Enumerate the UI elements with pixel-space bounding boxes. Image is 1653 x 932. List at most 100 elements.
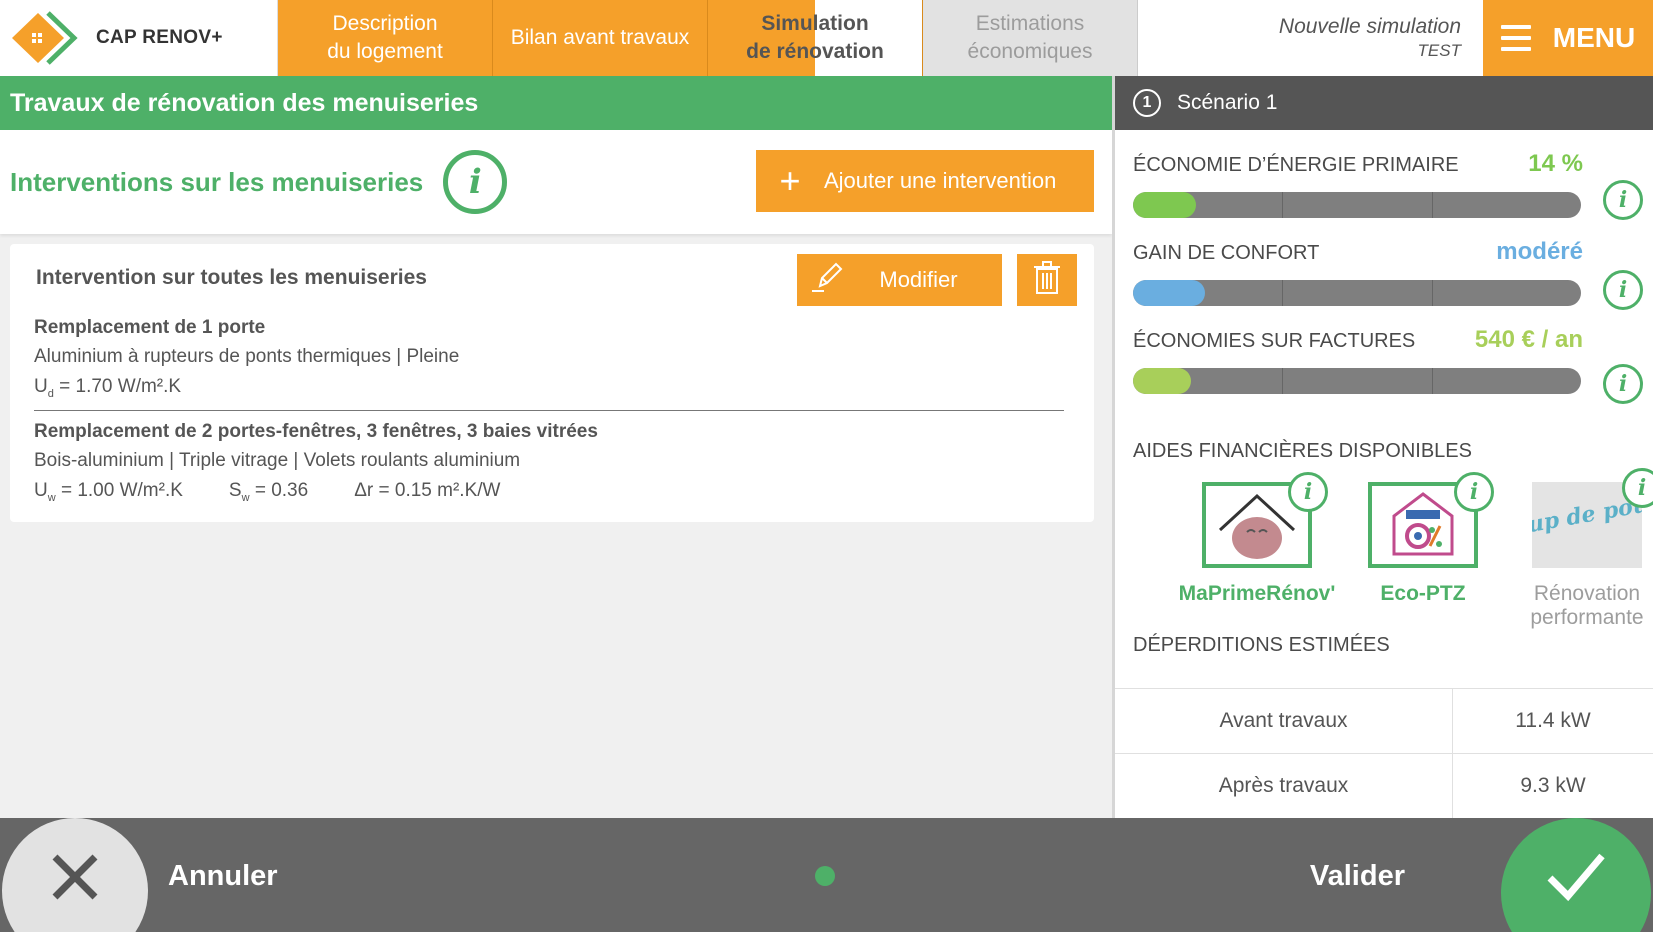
checkmark-icon (1547, 853, 1605, 902)
s-value: = 0.36 (249, 480, 309, 501)
tab-label-line1: Simulation (761, 12, 869, 35)
progress-fill (1133, 280, 1205, 306)
list-item: Remplacement de 2 portes-fenêtres, 3 fen… (34, 418, 1064, 513)
status-dot (815, 866, 835, 886)
add-intervention-label: Ajouter une intervention (824, 168, 1057, 193)
plus-icon: + (779, 160, 801, 201)
modify-label: Modifier (879, 267, 958, 292)
interventions-header: Interventions sur les menuiseries i + Aj… (0, 130, 1112, 234)
tab-label-line1: Estimations (975, 12, 1085, 35)
progress-bar (1133, 192, 1581, 218)
metric-label: ÉCONOMIES SUR FACTURES (1133, 330, 1416, 352)
delete-button[interactable] (1017, 254, 1077, 306)
cancel-button[interactable] (2, 818, 148, 932)
bar-segment-tick (1431, 280, 1433, 306)
bar-segment-tick (1282, 192, 1284, 218)
item-description: Aluminium à rupteurs de ponts thermiques… (34, 346, 460, 367)
tab-simulation-renovation[interactable]: Simulation de rénovation (708, 0, 923, 76)
results-panel: 1 Scénario 1 ÉCONOMIE D’ÉNERGIE PRIMAIRE… (1115, 76, 1653, 819)
u-symbol: U (34, 480, 48, 501)
progress-bar (1133, 368, 1581, 394)
hamburger-icon (1500, 25, 1531, 51)
metric-value: 14 % (1528, 150, 1583, 177)
interventions-title: Interventions sur les menuiseries (10, 166, 424, 197)
pencil-icon (797, 260, 857, 300)
aide-eco-ptz[interactable]: i Eco-PTZ (1343, 472, 1503, 606)
menu-button[interactable]: MENU (1483, 0, 1653, 76)
deperditions-title: DÉPERDITIONS ESTIMÉES (1133, 634, 1390, 656)
info-icon[interactable]: i (1603, 180, 1643, 220)
s-symbol: S (228, 480, 242, 501)
works-panel: Travaux de rénovation des menuiseries In… (0, 76, 1112, 818)
aide-name: Rénovation performante (1530, 582, 1644, 629)
cancel-label[interactable]: Annuler (168, 860, 278, 893)
trash-icon (1033, 260, 1061, 300)
bar-segment-tick (1431, 368, 1433, 394)
modify-button[interactable]: Modifier (797, 254, 1002, 306)
tab-label-line1: Description (332, 12, 438, 35)
progress-fill (1133, 368, 1192, 394)
menu-label: MENU (1552, 22, 1636, 53)
aides-title: AIDES FINANCIÈRES DISPONIBLES (1133, 440, 1472, 462)
info-icon[interactable]: i (1288, 472, 1328, 512)
info-icon[interactable]: i (1603, 270, 1643, 310)
row-label: Avant travaux (1115, 689, 1453, 753)
item-values: Ud = 1.70 W/m².K (34, 372, 1064, 409)
aide-renovation-performante[interactable]: Coup de pouce i Rénovation performante (1494, 468, 1653, 630)
intervention-card: Intervention sur toutes les menuiseries … (10, 244, 1094, 522)
item-description: Bois-aluminium | Triple vitrage | Volets… (34, 450, 521, 471)
tab-label-line2: du logement (327, 40, 443, 63)
u-value: = 1.00 W/m².K (55, 480, 183, 501)
table-row: Avant travaux 11.4 kW (1115, 689, 1653, 754)
tab-label-line2: de rénovation (746, 40, 884, 63)
aide-name: Eco-PTZ (1380, 582, 1466, 605)
metric-value: modéré (1496, 238, 1583, 265)
scenario-number: 1 (1133, 89, 1161, 117)
coup-de-pouce-logo-icon: Coup de pouce i (1494, 468, 1653, 568)
house-logo-icon (8, 9, 78, 67)
validate-label[interactable]: Valider (1310, 860, 1405, 893)
add-intervention-button[interactable]: + Ajouter une intervention (756, 150, 1094, 212)
scenario-bar: 1 Scénario 1 (1115, 76, 1653, 130)
r-value: Δr = 0.15 m².K/W (354, 480, 501, 501)
simulation-subtitle: TEST (1417, 41, 1461, 60)
row-value: 11.4 kW (1515, 709, 1591, 732)
u-subscript: w (47, 491, 56, 504)
maprimerenov-logo-icon: i (1202, 472, 1328, 568)
list-item: Remplacement de 1 porte Aluminium à rupt… (34, 314, 1064, 409)
row-value: 9.3 kW (1520, 774, 1586, 797)
info-icon[interactable]: i (1603, 364, 1643, 404)
metric-value: 540 € / an (1474, 326, 1583, 353)
bar-segment-tick (1431, 192, 1433, 218)
aide-name: MaPrimeRénov' (1178, 582, 1336, 605)
intervention-card-title: Intervention sur toutes les menuiseries (36, 266, 427, 289)
item-values: Uw = 1.00 W/m².K Sw = 0.36 Δr = 0.15 m².K/… (34, 476, 1064, 513)
row-label: Après travaux (1115, 754, 1453, 818)
tab-bilan-avant-travaux[interactable]: Bilan avant travaux (493, 0, 708, 76)
section-title: Travaux de rénovation des menuiseries (10, 88, 479, 117)
simulation-info: Nouvelle simulation TEST (1138, 0, 1483, 76)
info-icon[interactable]: i (443, 150, 508, 214)
deperditions-table: Avant travaux 11.4 kW Après travaux 9.3 … (1115, 688, 1653, 819)
item-title: Remplacement de 1 porte (34, 317, 266, 338)
section-title-bar: Travaux de rénovation des menuiseries (0, 76, 1112, 130)
app-name: CAP RENOV+ (96, 27, 223, 48)
u-symbol: U (34, 376, 48, 397)
validate-button[interactable] (1501, 818, 1651, 932)
info-icon[interactable]: i (1454, 472, 1494, 512)
item-title: Remplacement de 2 portes-fenêtres, 3 fen… (34, 421, 598, 442)
tab-estimations-economiques: Estimations économiques (923, 0, 1138, 76)
divider (34, 410, 1064, 411)
progress-bar (1133, 280, 1581, 306)
metric-label: ÉCONOMIE D’ÉNERGIE PRIMAIRE (1133, 154, 1459, 176)
tab-label-line2: économiques (967, 40, 1093, 63)
tab-label-line1: Bilan avant travaux (510, 26, 690, 49)
s-subscript: w (241, 491, 250, 504)
tab-description-logement[interactable]: Description du logement (278, 0, 493, 76)
aide-maprimerenov[interactable]: i MaPrimeRénov' (1177, 472, 1337, 606)
app-logo[interactable]: CAP RENOV+ (0, 0, 278, 76)
table-row: Après travaux 9.3 kW (1115, 754, 1653, 819)
close-icon (52, 854, 98, 900)
bar-segment-tick (1282, 368, 1284, 394)
top-header: CAP RENOV+ Description du logement Bilan … (0, 0, 1653, 76)
